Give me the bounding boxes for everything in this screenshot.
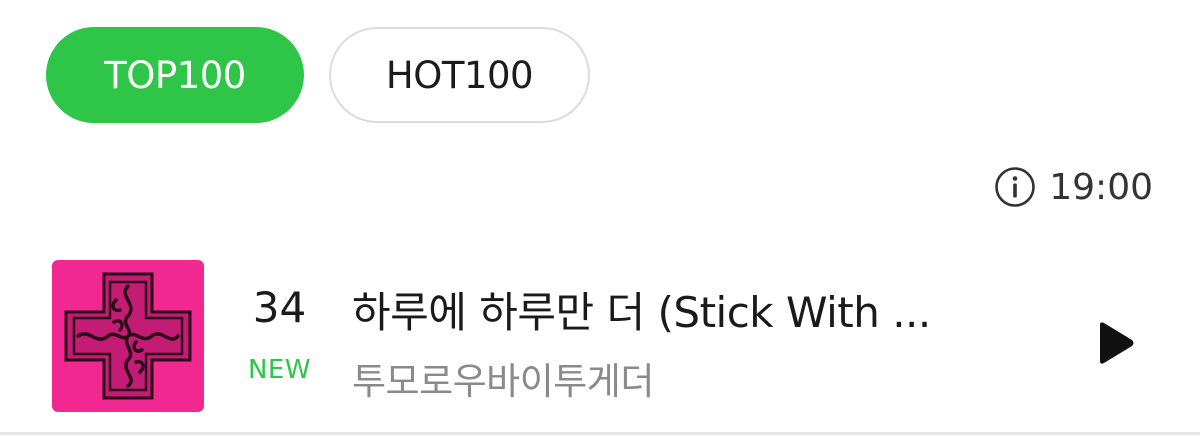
play-icon — [1100, 322, 1134, 364]
update-time: 19:00 — [1049, 166, 1153, 208]
song-title[interactable]: 하루에 하루만 더 (Stick With ... — [352, 279, 1032, 340]
rank-number: 34 — [252, 283, 307, 332]
play-button[interactable] — [1086, 313, 1146, 373]
rank-change-badge: NEW — [247, 355, 312, 385]
tab-hot100[interactable]: HOT100 — [329, 27, 590, 123]
chart-row[interactable]: 34 NEW 하루에 하루만 더 (Stick With ... 투모로우바이투… — [0, 255, 1200, 415]
chart-update-info[interactable]: 19:00 — [993, 163, 1153, 211]
tab-hot100-label: HOT100 — [385, 53, 534, 97]
info-icon[interactable] — [993, 165, 1037, 209]
album-cover-art — [52, 260, 204, 412]
tab-top100[interactable]: TOP100 — [46, 27, 304, 123]
row-divider — [0, 432, 1200, 435]
tab-top100-label: TOP100 — [104, 53, 246, 97]
album-cover[interactable] — [52, 260, 204, 412]
artist-name[interactable]: 투모로우바이투게더 — [352, 351, 1032, 405]
